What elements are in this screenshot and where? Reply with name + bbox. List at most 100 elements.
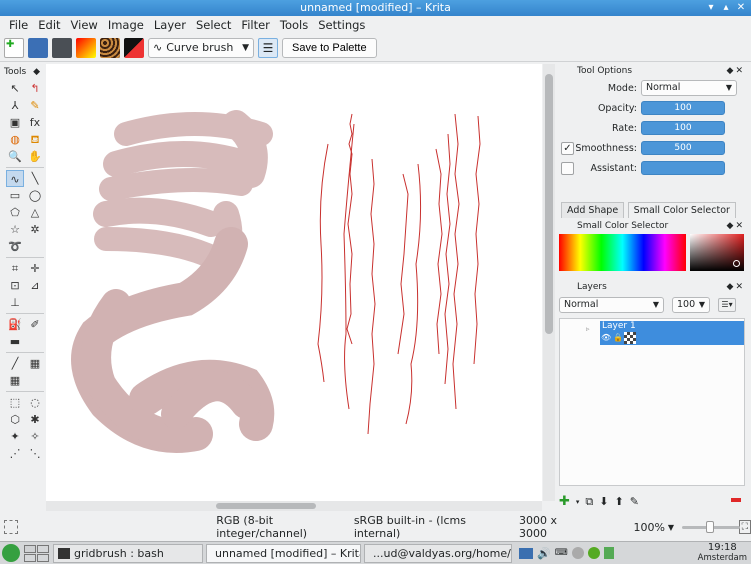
grid-tool-icon[interactable]: ▦ — [6, 372, 24, 389]
color-swap-icon[interactable] — [124, 37, 144, 58]
updates-icon[interactable] — [587, 547, 600, 559]
gradient-tool-icon[interactable]: ◍ — [6, 131, 24, 148]
network-icon[interactable] — [571, 547, 584, 559]
move-layer-down-icon[interactable]: ⬇ — [599, 495, 608, 508]
menu-layer[interactable]: Layer — [149, 16, 191, 34]
task-krita[interactable]: unnamed [modified] – Krita — [206, 543, 361, 563]
move-layer-up-icon[interactable]: ⬆ — [615, 495, 624, 508]
layer-blend-mode-combo[interactable]: Normal ▼ — [559, 297, 664, 313]
pattern-edit-icon[interactable]: ▣ — [6, 114, 24, 131]
battery-icon[interactable] — [603, 547, 614, 559]
docker-controls-icon[interactable]: ◆✕ — [727, 280, 745, 294]
smoothness-slider[interactable]: 500 — [641, 141, 725, 155]
list-item[interactable]: Layer 1 👁 🔒 — [600, 321, 744, 345]
maximize-icon[interactable]: ▴ — [720, 1, 732, 14]
crop-tool-icon[interactable]: ⌗ — [6, 260, 24, 277]
pattern-icon[interactable] — [100, 37, 120, 58]
brush-preset-combo[interactable]: ∿ Curve brush ▼ — [148, 37, 254, 58]
chevron-down-icon[interactable]: ▼ — [668, 523, 674, 532]
multibrush-icon[interactable]: ✲ — [26, 221, 44, 238]
canvas-only-icon[interactable]: ⛶ — [738, 520, 751, 534]
vertical-scrollbar[interactable] — [543, 64, 555, 501]
assistant-slider[interactable] — [641, 161, 725, 175]
edit-shapes-icon[interactable]: ↰ — [26, 80, 44, 97]
rate-slider[interactable]: 100 — [641, 121, 725, 135]
perspective-tool-icon[interactable]: ⊿ — [26, 277, 44, 294]
docker-controls-icon[interactable]: ◆✕ — [727, 219, 745, 233]
ellipse-tool-icon[interactable]: ◯ — [26, 187, 44, 204]
menu-settings[interactable]: Settings — [313, 16, 370, 34]
assistant-checkbox[interactable] — [561, 161, 574, 175]
vertical-scroll-thumb[interactable] — [545, 74, 553, 334]
gradient-fill-icon[interactable]: ▬ — [6, 333, 24, 350]
close-icon[interactable]: ✕ — [735, 1, 747, 14]
horizontal-scrollbar[interactable] — [46, 501, 542, 511]
save-as-icon[interactable] — [52, 37, 72, 58]
path-select-icon[interactable]: ⋰ — [6, 445, 24, 462]
menu-filter[interactable]: Filter — [236, 16, 274, 34]
menu-select[interactable]: Select — [191, 16, 236, 34]
transform-tool-icon[interactable]: ⊡ — [6, 277, 24, 294]
smoothness-checkbox[interactable]: ✓ — [561, 141, 574, 155]
layer-view-options-icon[interactable]: ☰▾ — [718, 298, 736, 312]
polygon-tool-icon[interactable]: ⬠ — [6, 204, 24, 221]
star-tool-icon[interactable]: ☆ — [6, 221, 24, 238]
opacity-slider[interactable]: 100 — [641, 101, 725, 115]
add-layer-icon[interactable]: ✚ — [559, 494, 570, 509]
chevron-down-icon[interactable]: ▾ — [576, 498, 580, 506]
fill-bucket-icon[interactable]: ⛽ — [6, 316, 24, 333]
zoom-slider-handle[interactable] — [706, 521, 715, 533]
visibility-icon[interactable]: 👁 — [601, 333, 611, 342]
keyboard-icon[interactable]: ⌨ — [555, 548, 568, 558]
filter-brush-icon[interactable]: fx — [26, 114, 44, 131]
minimize-icon[interactable]: ▾ — [705, 1, 717, 14]
task-gridbrush[interactable]: gridbrush : bash — [53, 543, 203, 563]
save-icon[interactable] — [28, 37, 48, 58]
dynamic-brush-icon[interactable]: ➰ — [6, 238, 24, 255]
hue-strip[interactable] — [559, 234, 686, 271]
polygon-select-icon[interactable]: ⬡ — [6, 411, 24, 428]
volume-icon[interactable]: 🔊 — [537, 547, 551, 560]
menu-image[interactable]: Image — [103, 16, 149, 34]
freehand-brush-icon[interactable]: ∿ — [6, 170, 24, 187]
bezier-select-icon[interactable]: ⋱ — [26, 445, 44, 462]
tab-small-color-selector[interactable]: Small Color Selector — [627, 202, 736, 218]
outline-select-icon[interactable]: ✱ — [26, 411, 44, 428]
gradient-icon[interactable] — [76, 37, 96, 58]
line-tool-icon[interactable]: ╲ — [26, 170, 44, 187]
desktop-pager[interactable] — [24, 544, 49, 562]
layer-properties-icon[interactable]: ✎ — [630, 495, 639, 508]
calligraphy-icon[interactable]: ✎ — [26, 97, 44, 114]
duplicate-layer-icon[interactable]: ⧉ — [585, 495, 593, 509]
saturation-value-square[interactable] — [690, 234, 744, 271]
pan-icon[interactable]: ✋ — [26, 148, 44, 165]
docker-float-icon[interactable]: ◆ — [33, 67, 40, 77]
color-picker-icon[interactable]: ✐ — [26, 316, 44, 333]
zoom-slider[interactable] — [682, 521, 741, 533]
expand-icon[interactable]: ▹ — [586, 325, 590, 333]
move-tool-icon[interactable]: ✛ — [26, 260, 44, 277]
canvas[interactable] — [46, 64, 542, 501]
ellipse-select-icon[interactable]: ◌ — [26, 394, 44, 411]
delete-layer-icon[interactable] — [731, 498, 741, 502]
menu-edit[interactable]: Edit — [33, 16, 65, 34]
text-tool-icon[interactable]: ⅄ — [6, 97, 24, 114]
zoom-icon[interactable]: 🔍 — [6, 148, 24, 165]
app-launcher-icon[interactable] — [2, 544, 20, 562]
docker-controls-icon[interactable]: ◆✕ — [727, 64, 745, 78]
fill-tool-icon[interactable]: ⛾ — [26, 131, 44, 148]
layer-opacity-combo[interactable]: 100 ▼ — [672, 297, 710, 313]
lock-icon[interactable]: 🔒 — [613, 333, 623, 342]
menu-tools[interactable]: Tools — [275, 16, 313, 34]
measure-tool-icon[interactable]: ⊥ — [6, 294, 24, 311]
monitor-icon[interactable] — [519, 547, 533, 559]
menu-view[interactable]: View — [66, 16, 103, 34]
horizontal-scroll-thumb[interactable] — [216, 503, 316, 509]
save-to-palette-button[interactable]: Save to Palette — [282, 37, 377, 58]
perspective-grid-icon[interactable]: ▦ — [26, 355, 44, 372]
new-document-icon[interactable]: ✚ — [4, 37, 24, 58]
polyline-tool-icon[interactable]: △ — [26, 204, 44, 221]
rect-select-icon[interactable]: ⬚ — [6, 394, 24, 411]
task-browser[interactable]: ...ud@valdyas.org/home/bo — [364, 543, 512, 563]
select-shapes-icon[interactable]: ↖ — [6, 80, 24, 97]
